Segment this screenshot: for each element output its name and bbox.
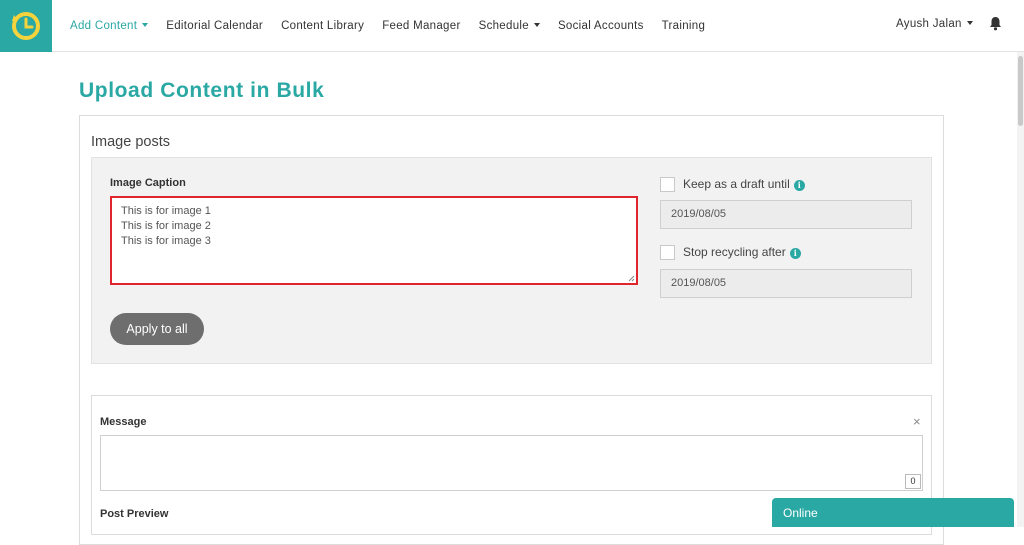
nav-feed-manager[interactable]: Feed Manager [382, 20, 460, 32]
draft-label: Keep as a draft until i [683, 177, 805, 191]
resize-handle-icon[interactable] [628, 275, 635, 282]
page-title: Upload Content in Bulk [79, 79, 325, 102]
section-title: Image posts [91, 134, 170, 150]
recycle-date-input[interactable]: 2019/08/05 [660, 269, 912, 298]
recycle-checkbox[interactable] [660, 245, 675, 260]
character-count: 0 [905, 474, 921, 489]
info-icon[interactable]: i [789, 248, 801, 259]
nav-training[interactable]: Training [662, 20, 706, 32]
image-caption-textarea[interactable]: This is for image 1 This is for image 2 … [110, 196, 638, 285]
info-icon[interactable]: i [793, 180, 805, 191]
nav-content-library[interactable]: Content Library [281, 20, 364, 32]
chevron-down-icon [142, 23, 149, 27]
draft-checkbox[interactable] [660, 177, 675, 192]
chevron-down-icon [533, 23, 540, 27]
draft-label-text: Keep as a draft until [683, 177, 790, 191]
nav-editorial-calendar[interactable]: Editorial Calendar [166, 20, 263, 32]
scrollbar-thumb[interactable] [1018, 56, 1023, 126]
recycle-label: Stop recycling after i [683, 245, 801, 259]
close-icon[interactable]: × [913, 414, 921, 429]
apply-to-all-button[interactable]: Apply to all [110, 313, 204, 345]
draft-date-input[interactable]: 2019/08/05 [660, 200, 912, 229]
image-caption-label: Image Caption [110, 177, 186, 189]
app-logo[interactable] [0, 0, 52, 52]
nav-schedule[interactable]: Schedule [479, 20, 540, 32]
chevron-down-icon [966, 21, 973, 25]
main-nav: Add Content Editorial Calendar Content L… [61, 0, 714, 52]
clock-refresh-icon [12, 12, 40, 40]
notifications-button[interactable] [989, 16, 1002, 36]
user-name: Ayush Jalan [896, 18, 962, 30]
nav-add-content[interactable]: Add Content [70, 20, 149, 32]
post-preview-label: Post Preview [100, 508, 169, 520]
nav-add-content-label: Add Content [70, 20, 138, 32]
nav-schedule-label: Schedule [478, 20, 529, 32]
user-menu[interactable]: Ayush Jalan [896, 18, 973, 30]
message-textarea[interactable] [100, 435, 923, 491]
bell-icon [990, 17, 1001, 31]
online-chat-tab[interactable]: Online [772, 498, 1014, 527]
recycle-label-text: Stop recycling after [683, 245, 786, 259]
top-navbar: Add Content Editorial Calendar Content L… [0, 0, 1024, 52]
message-label: Message [100, 416, 147, 428]
nav-social-accounts[interactable]: Social Accounts [558, 20, 644, 32]
